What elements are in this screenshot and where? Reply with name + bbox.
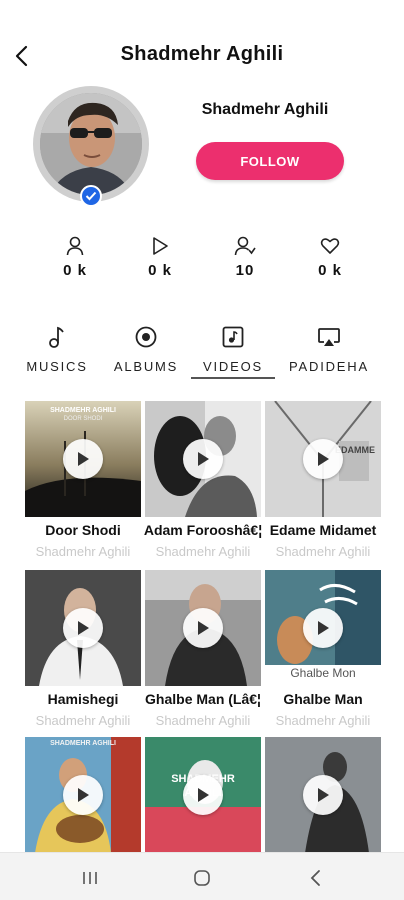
artist-name: Shadmehr Aghili [201,101,329,118]
video-thumbnail [145,401,261,517]
video-title: Hamishegi [47,691,119,707]
video-thumbnail: SHADMEHR AGHILI [145,737,261,853]
video-title: Ghalbe Man [283,691,363,707]
stats-row: 0 k 0 k 10 0 k [0,236,404,286]
video-card-ghalbe-man-live[interactable]: Ghalbe Man (Lâ€¦ Shadmehr Aghili [145,570,261,730]
video-artist: Shadmehr Aghili [275,544,371,559]
play-button-icon[interactable] [63,608,103,648]
video-card-door-shodi[interactable]: SHADMEHR AGHILI DOOR SHODI Door Shodi Sh… [25,401,141,561]
thumb-text: DOOR SHODI [63,416,103,422]
video-artist: Shadmehr Aghili [275,713,371,728]
play-button-icon[interactable] [63,439,103,479]
verified-badge-icon [80,185,102,207]
video-card-hamishegi[interactable]: Hamishegi Shadmehr Aghili [25,570,141,730]
video-title: Ghalbe Man (Lâ€¦ [145,691,261,707]
user-follow-icon [234,236,256,256]
play-button-icon[interactable] [303,439,343,479]
video-thumbnail: SHADMEHR AGHILI [25,737,141,853]
artist-page: Shadmehr Aghili Shadmehr Aghili FOLLOW 0 [0,0,404,900]
video-title: Door Shodi [45,522,121,538]
app-header: Shadmehr Aghili [0,30,404,82]
video-card-ghalbe-man[interactable]: Ghalbe Mon Ghalbe Man Shadmehr Aghili [265,570,381,730]
video-artist: Shadmehr Aghili [155,713,251,728]
play-icon [153,237,168,255]
play-button-icon[interactable] [183,439,223,479]
user-icon [66,236,84,256]
video-thumbnail [25,570,141,686]
video-thumbnail: EDAMME [265,401,381,517]
video-icon [222,326,244,348]
video-title: Edame Midamet [269,522,377,538]
video-title: Adam Forooshâ€¦ [143,522,263,538]
page-title: Shadmehr Aghili [120,43,284,65]
system-back-icon[interactable] [304,867,328,889]
video-card-edame-midamet[interactable]: EDAMME Edame Midamet Shadmehr Aghili [265,401,381,561]
album-icon [135,326,157,348]
home-icon[interactable] [190,867,214,889]
stat-listeners: 0 k [45,236,105,279]
tab-label: VIDEOS [191,359,275,379]
tab-label: MUSICS [26,359,88,374]
play-button-icon[interactable] [63,775,103,815]
tab-musics[interactable]: MUSICS [22,325,92,374]
play-button-icon[interactable] [183,608,223,648]
stat-value: 0 k [318,262,342,279]
stat-value: 0 k [63,262,87,279]
tab-albums[interactable]: ALBUMS [109,325,183,374]
thumb-text: SHADMEHR AGHILI [50,740,116,747]
play-button-icon[interactable] [183,775,223,815]
category-tabs: MUSICS ALBUMS VIDEOS PADIDEHA [0,325,404,380]
tab-padideha[interactable]: PADIDEHA [286,325,372,374]
video-card-adam-forooshi[interactable]: Adam Forooshâ€¦ Shadmehr Aghili [144,401,262,561]
thumb-text: SHADMEHR AGHILI [50,407,116,414]
video-artist: Shadmehr Aghili [35,713,131,728]
tab-videos[interactable]: VIDEOS [191,325,275,379]
thumb-caption: Ghalbe Mon [290,666,356,680]
stat-likes: 0 k [300,236,360,279]
music-note-icon [49,326,64,348]
recents-icon[interactable] [78,867,102,889]
video-thumbnail [265,737,381,853]
stat-value: 0 k [148,262,172,279]
stat-value: 10 [235,262,255,279]
follow-button[interactable]: FOLLOW [196,142,344,180]
heart-icon [320,238,340,254]
video-thumbnail: SHADMEHR AGHILI DOOR SHODI [25,401,141,517]
system-nav-bar [0,852,404,900]
avatar-photo [40,93,142,195]
tab-label: PADIDEHA [289,359,369,374]
play-button-icon[interactable] [303,608,343,648]
video-artist: Shadmehr Aghili [35,544,131,559]
video-thumbnail [145,570,261,686]
stat-followers: 10 [215,236,275,279]
video-thumbnail [265,570,381,665]
video-artist: Shadmehr Aghili [155,544,251,559]
stat-plays: 0 k [130,236,190,279]
tab-label: ALBUMS [113,359,179,374]
cast-icon [318,328,340,346]
play-button-icon[interactable] [303,775,343,815]
